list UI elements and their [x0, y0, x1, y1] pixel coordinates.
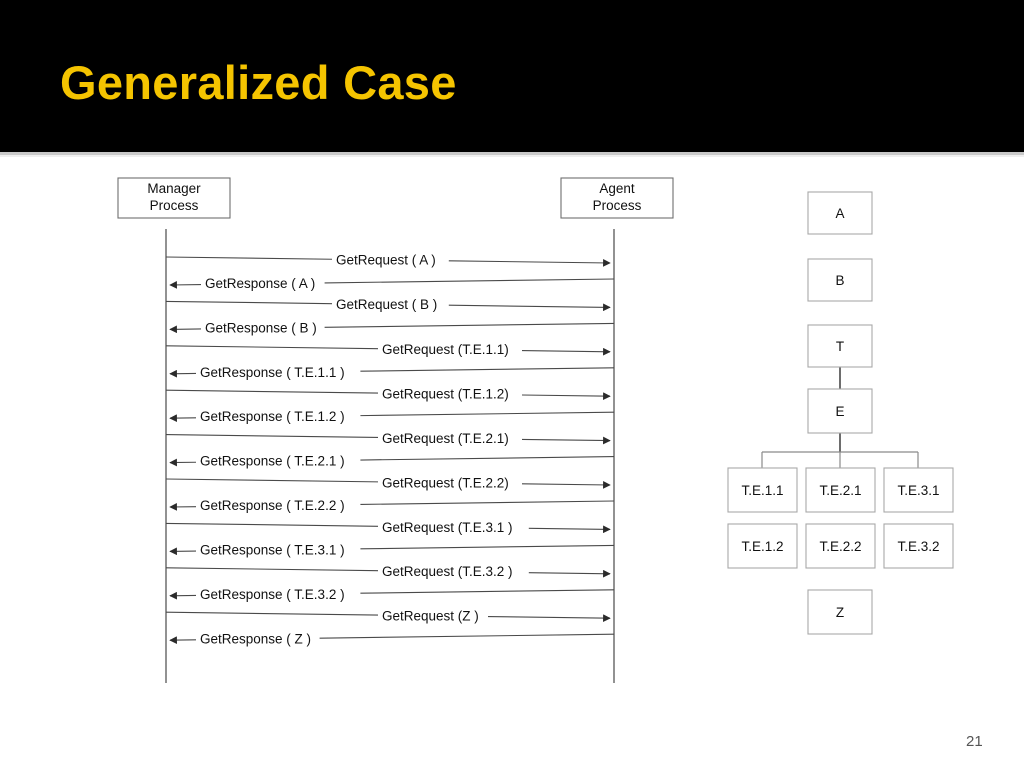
mib-tree-nodes: A B T E T.E.1.1 T.E.2.1 T.E.3.1 T.E.1.2 T.E.2.2 T… [727, 191, 954, 635]
mib-node-label: T.E.3.2 [897, 539, 939, 554]
mib-node-te32: T.E.3.2 [883, 523, 954, 569]
mib-node-z: Z [807, 589, 873, 635]
mib-tree-diagram: A B T E T.E.1.1 T.E.2.1 T.E.3.1 T.E.1.2 T.E.2.2 T… [727, 191, 954, 635]
mib-node-label: T.E.2.2 [819, 539, 861, 554]
slide-body: Manager Process Agent Process GetRequest… [0, 157, 1024, 768]
mib-node-label: T.E.1.2 [741, 539, 783, 554]
mib-node-te12: T.E.1.2 [727, 523, 798, 569]
mib-node-te11: T.E.1.1 [727, 467, 798, 513]
mib-node-label: E [835, 404, 844, 419]
mib-node-label: T.E.1.1 [741, 483, 783, 498]
mib-node-label: T [836, 339, 844, 354]
mib-node-t: T [807, 324, 873, 368]
page-number: 21 [966, 733, 983, 750]
mib-node-label: T.E.3.1 [897, 483, 939, 498]
mib-node-te22: T.E.2.2 [805, 523, 876, 569]
mib-node-label: A [835, 206, 844, 221]
mib-node-e: E [807, 388, 873, 434]
mib-node-te31: T.E.3.1 [883, 467, 954, 513]
mib-node-label: Z [836, 605, 844, 620]
page-title: Generalized Case [60, 56, 457, 109]
mib-node-label: B [835, 273, 844, 288]
mib-node-b: B [807, 258, 873, 302]
mib-node-label: T.E.2.1 [819, 483, 861, 498]
mib-node-te21: T.E.2.1 [805, 467, 876, 513]
mib-node-a: A [807, 191, 873, 235]
